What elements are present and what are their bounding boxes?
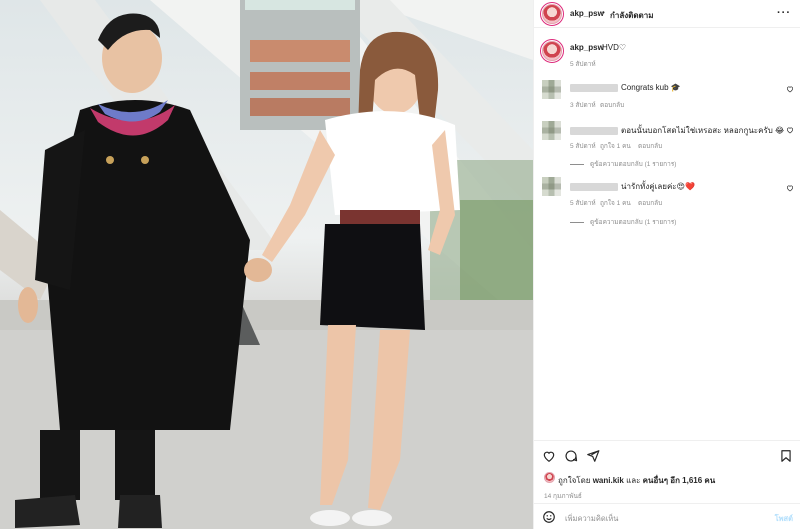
reply-button[interactable]: ตอบกลับ [600, 100, 624, 110]
post-date[interactable]: 14 กุมภาพันธ์ [544, 491, 582, 501]
commenter-username-blurred[interactable] [570, 182, 618, 191]
caption-username[interactable]: akp_psw [570, 43, 604, 52]
post-header: akp_psw • กำลังติดตาม ··· [534, 0, 800, 28]
reply-button[interactable]: ตอบกลับ [638, 141, 662, 151]
liked-by-line: ถูกใจโดย wani.kik และ คนอื่นๆ อีก 1,616 … [544, 472, 716, 487]
commenter-username-blurred[interactable] [570, 83, 618, 92]
photo-illustration [0, 0, 533, 529]
comment-time[interactable]: 5 สัปดาห์ [570, 141, 596, 151]
comment-like-count[interactable]: ถูกใจ 1 คน [600, 141, 631, 151]
liked-by-user[interactable]: wani.kik [593, 476, 624, 485]
replies-divider-line [570, 163, 584, 165]
view-replies-label: ดูข้อความตอบกลับ (1 รายการ) [590, 219, 677, 226]
view-replies-label: ดูข้อความตอบกลับ (1 รายการ) [590, 161, 677, 168]
post-side-panel: akp_psw • กำลังติดตาม ··· akp_psw HVD♡ 5… [533, 0, 800, 529]
add-comment-bar: เพิ่มความคิดเห็น โพสต์ [534, 503, 800, 529]
commenter-avatar[interactable] [542, 80, 561, 99]
emoji-icon[interactable] [542, 510, 556, 524]
post-comment-button[interactable]: โพสต์ [775, 513, 793, 525]
author-username[interactable]: akp_psw [570, 9, 604, 18]
comment-time[interactable]: 3 สัปดาห์ [570, 100, 596, 110]
comment-heart-icon[interactable] [786, 85, 794, 93]
commenter-avatar[interactable] [542, 121, 561, 140]
commenter-username-blurred[interactable] [570, 126, 618, 135]
comment-text: น่ารักทั้งคู่เลยค่ะ😍❤️ [621, 182, 695, 191]
heart-icon[interactable] [542, 449, 556, 463]
comment-heart-icon[interactable] [786, 184, 794, 192]
liked-by-others[interactable]: คนอื่นๆ อีก 1,616 คน [643, 476, 716, 485]
comment-like-count[interactable]: ถูกใจ 1 คน [600, 198, 631, 208]
liked-by-prefix: ถูกใจโดย [558, 476, 591, 485]
author-avatar[interactable] [540, 2, 564, 26]
caption-text: HVD♡ [602, 43, 627, 52]
comment-input[interactable]: เพิ่มความคิดเห็น [565, 513, 618, 525]
follow-status[interactable]: กำลังติดตาม [610, 9, 654, 22]
view-replies-button[interactable]: ดูข้อความตอบกลับ (1 รายการ) [570, 217, 676, 227]
comment-content: น่ารักทั้งคู่เลยค่ะ😍❤️ [570, 180, 695, 193]
comment-time[interactable]: 5 สัปดาห์ [570, 198, 596, 208]
caption-author-avatar[interactable] [540, 39, 564, 63]
commenter-avatar[interactable] [542, 177, 561, 196]
more-icon[interactable]: ··· [777, 7, 791, 19]
reply-button[interactable]: ตอบกลับ [638, 198, 662, 208]
comment-text: ตอนนั้นบอกโสดไม่ใช่เหรอสะ หลอกกูนะครับ 😂 [621, 126, 785, 135]
replies-divider-line [570, 221, 584, 223]
comment-text: Congrats kub 🎓 [621, 83, 681, 92]
liked-by-and: และ [626, 476, 641, 485]
comment-content: Congrats kub 🎓 [570, 83, 681, 92]
view-replies-button[interactable]: ดูข้อความตอบกลับ (1 รายการ) [570, 159, 676, 169]
caption-time[interactable]: 5 สัปดาห์ [570, 59, 596, 69]
comment-content: ตอนนั้นบอกโสดไม่ใช่เหรอสะ หลอกกูนะครับ 😂 [570, 124, 784, 137]
post-actions: ถูกใจโดย wani.kik และ คนอื่นๆ อีก 1,616 … [534, 440, 800, 529]
liker-avatar[interactable] [544, 472, 555, 483]
post-photo[interactable] [0, 0, 533, 529]
comment-heart-icon[interactable] [786, 126, 794, 134]
header-separator-dot: • [602, 8, 605, 17]
bookmark-icon[interactable] [779, 449, 793, 463]
share-icon[interactable] [586, 449, 600, 463]
comment-icon[interactable] [564, 449, 578, 463]
